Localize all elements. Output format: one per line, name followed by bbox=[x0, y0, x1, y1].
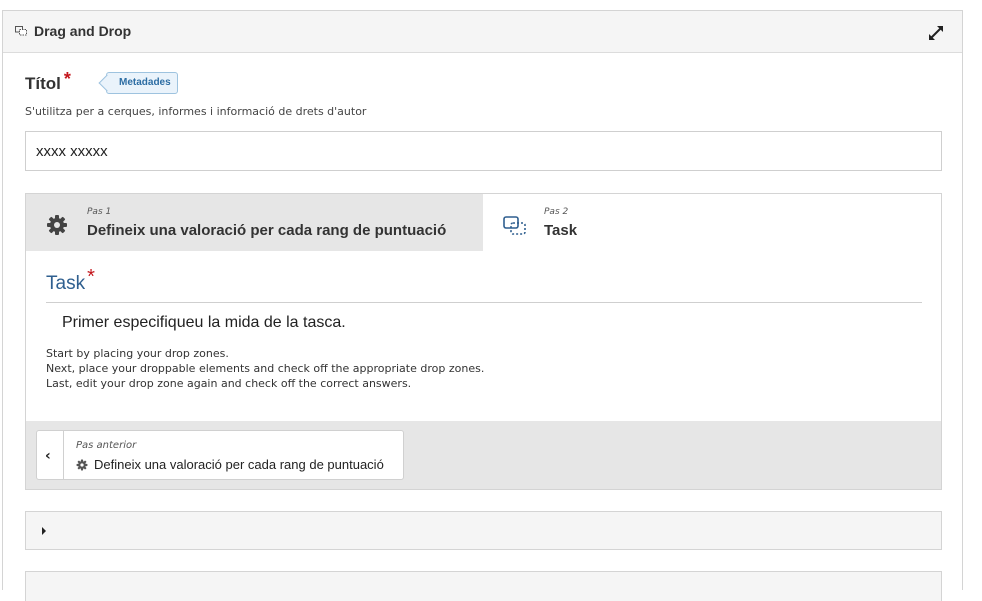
title-input[interactable] bbox=[25, 131, 942, 171]
collapsed-section-toggle[interactable] bbox=[25, 511, 942, 550]
previous-chevron-box: ‹ bbox=[37, 431, 64, 479]
task-help-line: Start by placing your drop zones. bbox=[46, 347, 229, 360]
wizard-footer: ‹ Pas anterior Defineix una valoració pe… bbox=[26, 421, 941, 489]
drag-and-drop-panel: Drag and Drop Títol * Metadades S'utilitz… bbox=[2, 10, 963, 601]
step-1-label: Defineix una valoració per cada rang de … bbox=[87, 222, 447, 239]
task-help-line: Last, edit your drop zone again and chec… bbox=[46, 377, 412, 390]
required-marker: * bbox=[63, 69, 71, 89]
step-1-number: Pas 1 bbox=[87, 207, 112, 217]
wizard-step-2[interactable]: Pas 2 Task bbox=[483, 194, 941, 251]
task-divider bbox=[46, 302, 922, 303]
task-title: Task * bbox=[46, 266, 95, 295]
expand-arrows-icon[interactable] bbox=[926, 23, 946, 43]
panel-header: Drag and Drop bbox=[3, 11, 962, 53]
next-section bbox=[25, 571, 942, 601]
task-title-text: Task bbox=[46, 273, 86, 294]
drag-drop-icon bbox=[15, 26, 27, 36]
gear-icon bbox=[76, 459, 88, 471]
step-2-label: Task bbox=[544, 222, 578, 239]
wizard: Pas 1 Defineix una valoració per cada ra… bbox=[25, 193, 942, 490]
title-field-label: Títol * bbox=[25, 69, 71, 94]
task-help: Start by placing your drop zones. Next, … bbox=[46, 346, 484, 391]
caret-right-icon bbox=[42, 527, 46, 535]
drop-zone-icon bbox=[503, 216, 526, 235]
metadata-button[interactable]: Metadades bbox=[106, 72, 178, 94]
title-label-text: Títol bbox=[25, 74, 61, 93]
previous-step-caption: Pas anterior bbox=[76, 440, 137, 451]
task-help-line: Next, place your droppable elements and … bbox=[46, 362, 485, 375]
task-intro: Primer especifiqueu la mida de la tasca. bbox=[62, 314, 346, 331]
previous-step-button[interactable]: ‹ Pas anterior Defineix una valoració pe… bbox=[36, 430, 404, 480]
step-2-number: Pas 2 bbox=[544, 207, 569, 217]
metadata-label: Metadades bbox=[119, 77, 171, 88]
title-field-description: S'utilitza per a cerques, informes i inf… bbox=[25, 105, 367, 118]
wizard-step-1[interactable]: Pas 1 Defineix una valoració per cada ra… bbox=[26, 194, 483, 251]
previous-step-label: Defineix una valoració per cada rang de … bbox=[94, 457, 384, 472]
task-required-marker: * bbox=[87, 266, 95, 288]
chevron-left-icon: ‹ bbox=[45, 448, 51, 464]
panel-title: Drag and Drop bbox=[34, 23, 132, 39]
gear-icon bbox=[47, 215, 67, 235]
